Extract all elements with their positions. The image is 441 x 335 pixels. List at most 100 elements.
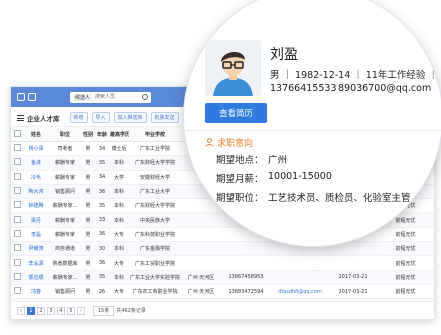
row-checkbox[interactable] bbox=[11, 170, 23, 185]
table-row[interactable]: 李泓源 熟悉数据库男 36 大专 广东工贸职业学院 前程无忧 bbox=[11, 255, 434, 271]
row-checkbox[interactable] bbox=[11, 141, 23, 157]
page-3-button[interactable]: 3 bbox=[47, 306, 55, 315]
column-header: 性别 bbox=[81, 127, 95, 142]
candidate-name-link[interactable]: 冯春 bbox=[23, 284, 49, 300]
table-cell: 销售顾问 bbox=[49, 184, 81, 200]
candidate-popover: 刘盈 男 ｜ 1982-12-14 ｜ 11年工作经验 ｜ 现居/ 137664… bbox=[184, 0, 441, 246]
candidate-name-link[interactable]: 钟建腾 bbox=[23, 198, 49, 214]
home-icon[interactable] bbox=[28, 93, 36, 101]
candidate-name-link[interactable]: 尹耀涛 bbox=[23, 241, 49, 257]
select-all-checkbox[interactable] bbox=[11, 127, 23, 142]
table-cell: dfasdhfi@qq.com bbox=[271, 284, 329, 300]
row-checkbox[interactable] bbox=[11, 270, 23, 285]
pagination: ‹ 1 2 3 4 5 › 15条 共462条记录 bbox=[11, 301, 434, 319]
expected-salary: 期望月薪： 10001-15000 bbox=[216, 171, 332, 185]
table-cell: 本科 bbox=[109, 198, 129, 214]
expected-location: 期望地点： 广州 bbox=[216, 152, 287, 166]
candidate-name-link[interactable]: 李泓源 bbox=[23, 255, 49, 271]
table-cell: 36 bbox=[95, 255, 109, 271]
table-cell: 36 bbox=[95, 227, 109, 243]
table-cell: 前程无忧 bbox=[377, 270, 434, 285]
table-cell: 34 bbox=[95, 170, 109, 185]
search-icon[interactable] bbox=[142, 94, 149, 100]
table-cell: 前程无忧 bbox=[377, 255, 434, 271]
table-cell: 广州·天河区 bbox=[181, 270, 221, 285]
row-checkbox[interactable] bbox=[11, 255, 23, 271]
expected-salary-value: 10001-15000 bbox=[268, 171, 332, 182]
page-2-button[interactable]: 2 bbox=[37, 306, 45, 315]
search-input[interactable] bbox=[95, 92, 140, 102]
table-cell: 大学 bbox=[109, 170, 129, 185]
table-cell: 广东科技职业学院 bbox=[129, 227, 181, 243]
import-button[interactable]: 导入 bbox=[91, 112, 110, 123]
batch-send-button[interactable]: 批量发送 bbox=[150, 112, 179, 123]
row-checkbox[interactable] bbox=[11, 284, 23, 300]
table-cell: 广东工贸职业学院 bbox=[129, 255, 181, 271]
expected-position: 期望职位： 工艺技术员、质检员、化验室主管 bbox=[216, 190, 411, 204]
page-5-button[interactable]: 5 bbox=[67, 306, 75, 315]
candidate-name-link[interactable]: 冷毛 bbox=[23, 170, 49, 185]
table-cell bbox=[221, 255, 271, 271]
table-cell bbox=[181, 227, 221, 243]
table-cell: 35 bbox=[95, 155, 109, 171]
candidate-name: 刘盈 bbox=[270, 47, 298, 63]
row-checkbox[interactable] bbox=[11, 155, 23, 171]
page-size-select[interactable]: 15条 bbox=[93, 305, 115, 316]
candidate-basic-info: 男 ｜ 1982-12-14 ｜ 11年工作经验 ｜ 现居/ bbox=[270, 70, 441, 81]
table-cell: 司考者 bbox=[49, 141, 81, 157]
job-intent-title: 求职意向 bbox=[217, 139, 254, 149]
table-cell: 男 bbox=[81, 141, 95, 157]
divider bbox=[184, 130, 441, 131]
candidate-name-link[interactable]: 梁丹 bbox=[23, 212, 49, 228]
table-cell: 26 bbox=[95, 284, 109, 300]
candidate-name-link[interactable]: 杨小泽 bbox=[23, 141, 49, 157]
table-cell: 2017-03-21 bbox=[329, 284, 377, 300]
table-cell: 35 bbox=[95, 198, 109, 214]
view-resume-button[interactable]: 查看简历 bbox=[205, 103, 267, 123]
candidate-contact: 13766415533 89036700@qq.com bbox=[270, 83, 431, 94]
table-cell bbox=[181, 255, 221, 271]
candidate-name-link[interactable]: 陶大鸿 bbox=[23, 184, 49, 200]
table-cell: 销售顾问 bbox=[49, 284, 81, 300]
table-cell: 男 bbox=[81, 198, 95, 214]
table-row[interactable]: 冯春 销售顾问男 26 大专 广东农工商职业学院 广州·天河区 13683472594 dfa… bbox=[11, 284, 434, 300]
row-checkbox[interactable] bbox=[11, 198, 23, 214]
column-header: 年龄 bbox=[95, 127, 109, 142]
table-cell: 13683472594 bbox=[221, 284, 271, 300]
list-icon bbox=[17, 114, 24, 121]
table-cell: 商务通道 bbox=[49, 241, 81, 257]
candidate-name-link[interactable]: 郭应顺 bbox=[23, 270, 49, 285]
table-cell: 中央民族大学 bbox=[129, 212, 181, 228]
row-checkbox[interactable] bbox=[11, 184, 23, 200]
column-header: 姓名 bbox=[23, 127, 49, 142]
table-cell: 36 bbox=[95, 184, 109, 200]
menu-icon[interactable] bbox=[17, 93, 25, 101]
prev-page-button[interactable]: ‹ bbox=[17, 306, 25, 315]
column-header: 最高学历 bbox=[109, 127, 129, 142]
table-row[interactable]: 郭应顺 薪酬专家... 男 35 本科 广东工业大学实验学院 广州·天河区 138674589… bbox=[11, 270, 434, 285]
page-title-text: 企业人才库 bbox=[27, 114, 60, 123]
row-checkbox[interactable] bbox=[11, 241, 23, 257]
row-checkbox[interactable] bbox=[11, 212, 23, 228]
add-to-push-button[interactable]: 加入推送库 bbox=[113, 112, 147, 123]
table-cell: 男 bbox=[81, 155, 95, 171]
add-button[interactable]: 新增 bbox=[69, 112, 88, 123]
candidate-name-link[interactable]: 李磊 bbox=[23, 227, 49, 243]
table-cell: 大专 bbox=[109, 227, 129, 243]
table-cell: 广东金融学院 bbox=[129, 241, 181, 257]
page-1-button[interactable]: 1 bbox=[27, 306, 35, 315]
search-scope-select[interactable]: 候选人 bbox=[73, 93, 93, 101]
expected-location-value: 广州 bbox=[268, 155, 288, 166]
candidate-name-link[interactable]: 鱼沫 bbox=[23, 155, 49, 171]
page-4-button[interactable]: 4 bbox=[57, 306, 65, 315]
next-page-button[interactable]: › bbox=[77, 306, 85, 315]
table-cell bbox=[271, 255, 329, 271]
row-checkbox[interactable] bbox=[11, 227, 23, 243]
table-cell: 本科 bbox=[109, 184, 129, 200]
table-row[interactable]: 尹耀涛 商务通道男 30 本科 广东金融学院 前程无忧 bbox=[11, 241, 434, 257]
avatar bbox=[205, 40, 261, 96]
column-header: 毕业学校 bbox=[129, 127, 181, 142]
table-cell: 大专 bbox=[109, 255, 129, 271]
table-cell: 男 bbox=[81, 241, 95, 257]
table-cell bbox=[221, 241, 271, 257]
